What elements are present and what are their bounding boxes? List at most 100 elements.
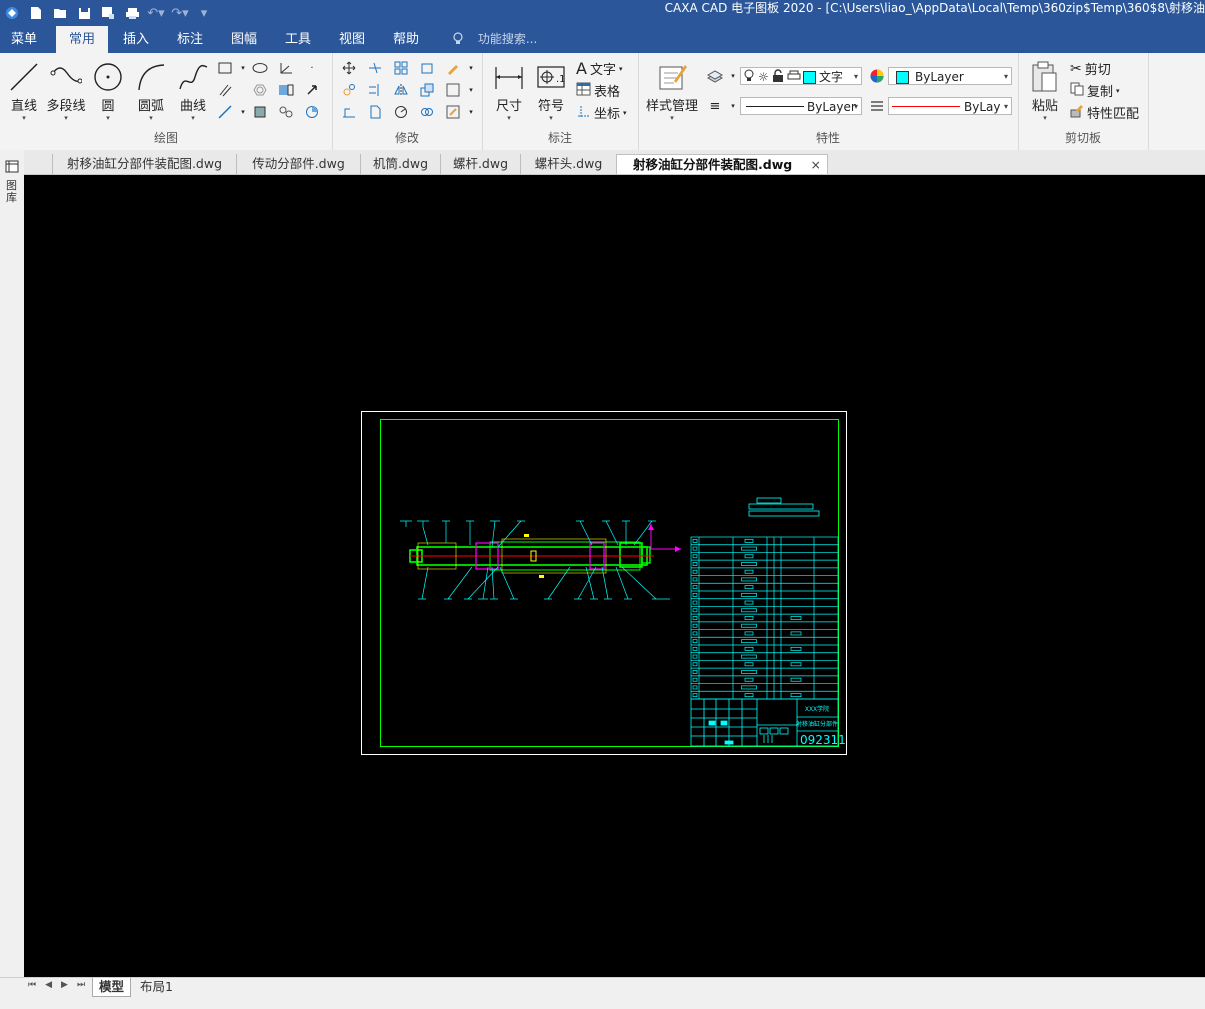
undo-icon[interactable]: ↶▾ bbox=[144, 3, 168, 23]
scale-icon[interactable] bbox=[418, 81, 436, 99]
lineweight-select[interactable]: ByLaye ▾ bbox=[888, 97, 1012, 115]
menu-tab-annotate[interactable]: 标注 bbox=[166, 26, 214, 53]
color-wheel-icon[interactable] bbox=[868, 67, 886, 85]
ray-dropdown-icon[interactable]: ▾ bbox=[234, 103, 252, 121]
region-icon[interactable] bbox=[251, 103, 269, 121]
sun-icon: ☼ bbox=[758, 70, 769, 84]
doc-tab-1[interactable]: 射移油缸分部件装配图.dwg bbox=[52, 154, 236, 174]
doc-tab-2[interactable]: 传动分部件.dwg bbox=[236, 154, 360, 174]
parts-list bbox=[690, 536, 839, 700]
quick-access-toolbar: ↶▾ ↷▾ ▾ bbox=[0, 0, 216, 26]
symbol-button[interactable]: .1 符号 ▾ bbox=[530, 59, 572, 122]
customize-qat-icon[interactable]: ▾ bbox=[192, 3, 216, 23]
rectangle-dropdown-icon[interactable]: ▾ bbox=[234, 59, 252, 77]
match-properties-icon bbox=[1070, 104, 1084, 122]
mirror-icon[interactable] bbox=[392, 81, 410, 99]
layout-nav-arrows[interactable]: ⏮◀▶⏭ bbox=[28, 980, 94, 990]
menu-tab-sheet[interactable]: 图幅 bbox=[220, 26, 268, 53]
ray-icon[interactable] bbox=[216, 103, 234, 121]
centerline-icon[interactable] bbox=[277, 103, 295, 121]
layout-tab-model[interactable]: 模型 bbox=[92, 978, 132, 997]
pen-edit-icon[interactable] bbox=[444, 59, 462, 77]
move-icon[interactable] bbox=[340, 59, 358, 77]
parallel-line-icon[interactable] bbox=[216, 81, 234, 99]
polyline-button[interactable]: 多段线 ▾ bbox=[45, 59, 87, 122]
polygon-icon[interactable] bbox=[251, 81, 269, 99]
open-folder-icon[interactable] bbox=[48, 3, 72, 23]
save-as-icon[interactable] bbox=[96, 3, 120, 23]
drawing-canvas[interactable]: XXX学院 射移油缸分部件 092311 bbox=[24, 175, 1205, 977]
doc-tab-6-active[interactable]: 射移油缸分部件装配图.dwg × bbox=[616, 154, 828, 174]
match-properties-button[interactable]: 特性匹配 bbox=[1070, 103, 1139, 122]
explode-icon[interactable] bbox=[418, 103, 436, 121]
dimension-button[interactable]: 尺寸 ▾ bbox=[488, 59, 530, 122]
pen-edit-dropdown-icon[interactable]: ▾ bbox=[462, 59, 480, 77]
properties-edit-dropdown-icon[interactable]: ▾ bbox=[462, 103, 480, 121]
fillet-icon[interactable] bbox=[392, 103, 410, 121]
print-icon[interactable] bbox=[120, 3, 144, 23]
trim-icon[interactable] bbox=[366, 59, 384, 77]
lineweight-sample-line bbox=[892, 106, 960, 107]
menu-tab-view[interactable]: 视图 bbox=[328, 26, 376, 53]
pointer-icon[interactable] bbox=[303, 81, 321, 99]
annotate-group-label: 标注 bbox=[547, 131, 572, 145]
linetype-list-icon[interactable]: ≡ bbox=[706, 97, 724, 115]
table-icon bbox=[576, 82, 591, 100]
linetype-select[interactable]: ByLayer ▾ bbox=[740, 97, 862, 115]
rectangle-icon[interactable] bbox=[216, 59, 234, 77]
drawing-viewport: XXX学院 射移油缸分部件 092311 bbox=[361, 411, 847, 755]
point-icon[interactable]: · bbox=[303, 59, 321, 77]
color-select[interactable]: ByLayer ▾ bbox=[888, 67, 1012, 85]
layer-select[interactable]: ☼ 文字 ▾ bbox=[740, 67, 862, 85]
clipboard-group-label: 剪切板 bbox=[1064, 131, 1101, 145]
hatch-icon[interactable] bbox=[277, 81, 295, 99]
library-panel-label[interactable]: 图库 bbox=[6, 180, 18, 204]
symbol-icon: .1 bbox=[537, 66, 566, 88]
properties-edit-icon[interactable] bbox=[444, 103, 462, 121]
app-icon[interactable] bbox=[0, 3, 24, 23]
properties-group-label: 特性 bbox=[815, 131, 840, 145]
curve-button[interactable]: 曲线 ▾ bbox=[172, 59, 214, 122]
menu-tab-help[interactable]: 帮助 bbox=[382, 26, 430, 53]
arc-button[interactable]: 圆弧 ▾ bbox=[130, 59, 172, 122]
menu-tab-common[interactable]: 常用 bbox=[56, 26, 108, 53]
title-block-school: XXX学院 bbox=[805, 705, 829, 713]
lightbulb-icon bbox=[452, 32, 468, 46]
line-button[interactable]: 直线 ▾ bbox=[3, 59, 45, 122]
array-icon[interactable] bbox=[392, 59, 410, 77]
copy-object-icon[interactable] bbox=[418, 59, 436, 77]
draw-group-label: 绘图 bbox=[153, 131, 178, 145]
paste-button[interactable]: 粘贴 ▾ bbox=[1024, 59, 1066, 122]
doc-tab-3[interactable]: 机筒.dwg bbox=[360, 154, 440, 174]
angle-line-icon[interactable] bbox=[277, 59, 295, 77]
line-icon bbox=[10, 63, 38, 91]
table-button[interactable]: 表格 bbox=[576, 81, 620, 100]
layer-manager-icon[interactable] bbox=[706, 67, 724, 85]
cut-button[interactable]: ✂ 剪切 bbox=[1070, 59, 1111, 79]
lineweight-icon[interactable] bbox=[868, 97, 886, 115]
copy-button[interactable]: 复制 ▾ bbox=[1070, 81, 1120, 100]
rotate-icon[interactable] bbox=[340, 81, 358, 99]
menu-tab-insert[interactable]: 插入 bbox=[112, 26, 160, 53]
circle-button[interactable]: 圆 ▾ bbox=[87, 59, 129, 122]
redo-icon[interactable]: ↷▾ bbox=[168, 3, 192, 23]
save-icon[interactable] bbox=[72, 3, 96, 23]
box-icon[interactable] bbox=[444, 81, 462, 99]
layout-tab-layout1[interactable]: 布局1 bbox=[134, 978, 179, 996]
function-search[interactable]: 功能搜索... bbox=[452, 26, 537, 53]
close-tab-icon[interactable]: × bbox=[811, 155, 821, 175]
doc-tab-4[interactable]: 螺杆.dwg bbox=[440, 154, 520, 174]
menu-tab-menu[interactable]: 菜单 bbox=[0, 26, 48, 53]
offset-icon[interactable] bbox=[366, 103, 384, 121]
coordinate-button[interactable]: 坐标 ▾ bbox=[576, 103, 627, 122]
ellipse-icon[interactable] bbox=[251, 59, 269, 77]
menu-tab-tools[interactable]: 工具 bbox=[274, 26, 322, 53]
library-panel-icon[interactable] bbox=[4, 158, 20, 174]
text-button[interactable]: A 文字 ▾ bbox=[576, 59, 622, 78]
box-dropdown-icon[interactable]: ▾ bbox=[462, 81, 480, 99]
new-file-icon[interactable] bbox=[24, 3, 48, 23]
stretch-icon[interactable] bbox=[340, 103, 358, 121]
extend-icon[interactable] bbox=[366, 81, 384, 99]
doc-tab-5[interactable]: 螺杆头.dwg bbox=[520, 154, 616, 174]
revcloud-icon[interactable] bbox=[303, 103, 321, 121]
